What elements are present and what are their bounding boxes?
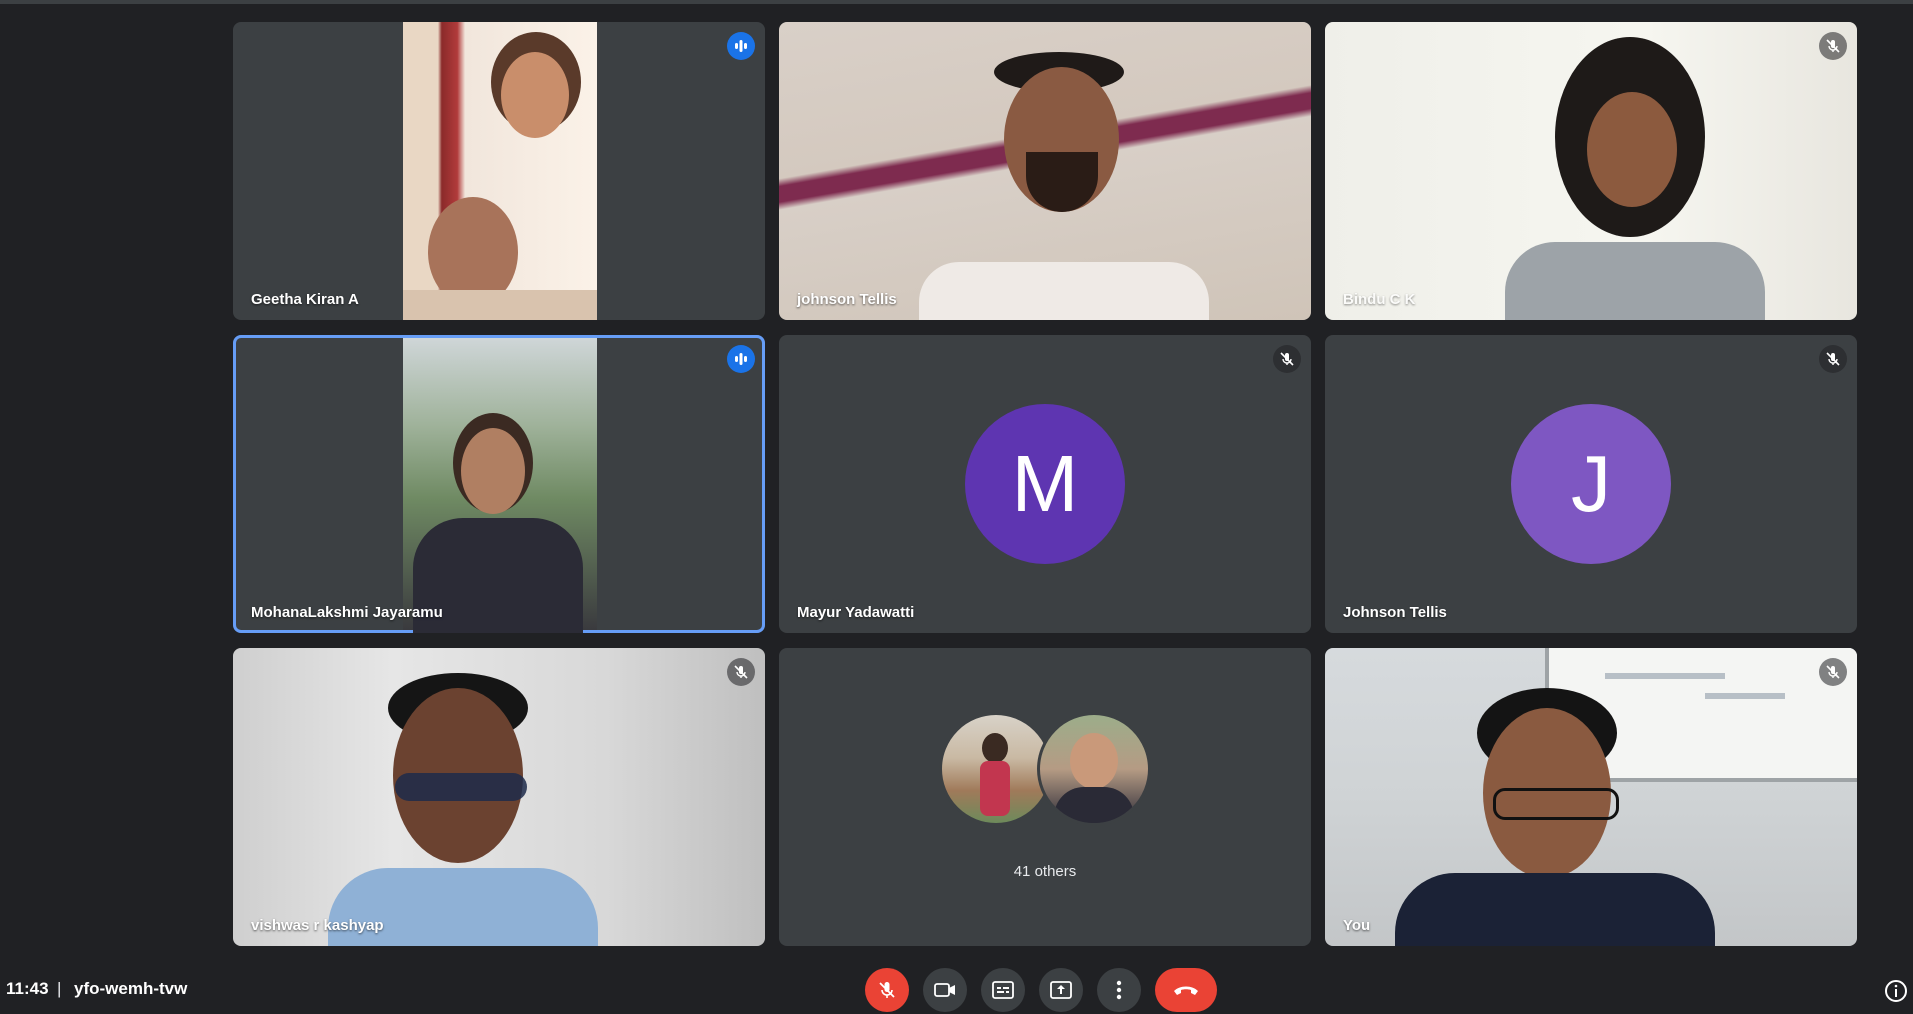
participant-grid: Geetha Kiran A johnson Tellis Bindu C K — [233, 22, 1857, 946]
speaking-indicator-icon — [727, 32, 755, 60]
avatar-letter: J — [1571, 439, 1611, 528]
participant-name: johnson Tellis — [797, 291, 897, 308]
closed-captions-icon — [992, 981, 1014, 999]
mic-off-icon — [1819, 658, 1847, 686]
participant-name: Mayur Yadawatti — [797, 604, 915, 621]
participant-tile-self[interactable]: You — [1325, 648, 1857, 946]
call-end-icon — [1174, 986, 1198, 995]
participant-video — [1325, 648, 1857, 946]
participant-video — [779, 22, 1311, 320]
participant-video — [233, 648, 765, 946]
meeting-time: 11:43 — [6, 979, 49, 998]
participant-video — [403, 22, 597, 320]
participant-thumbnail — [1037, 712, 1151, 826]
others-count: 41 others — [1013, 863, 1077, 880]
meeting-details-button[interactable] — [1883, 978, 1909, 1004]
bottom-bar: 11:43 | yfo-wemh-tvw — [0, 948, 1913, 1013]
participant-name: MohanaLakshmi Jayaramu — [251, 604, 443, 621]
participant-tile[interactable]: M Mayur Yadawatti — [779, 335, 1311, 633]
divider: | — [57, 979, 62, 998]
participant-name: You — [1343, 917, 1371, 934]
avatar: M — [965, 404, 1125, 564]
captions-button[interactable] — [981, 968, 1025, 1012]
participant-name: Bindu C K — [1343, 291, 1416, 308]
microphone-off-button[interactable] — [865, 968, 909, 1012]
mic-off-icon — [1273, 345, 1301, 373]
participant-tile[interactable]: vishwas r kashyap — [233, 648, 765, 946]
others-group: 41 others — [779, 648, 1311, 946]
mic-off-icon — [1819, 32, 1847, 60]
avatar-letter: M — [1011, 439, 1079, 528]
participant-tile[interactable]: Geetha Kiran A — [233, 22, 765, 320]
participant-name: Johnson Tellis — [1343, 604, 1447, 621]
participant-name: vishwas r kashyap — [251, 917, 384, 934]
participant-tile-active[interactable]: MohanaLakshmi Jayaramu — [233, 335, 765, 633]
meeting-code: yfo-wemh-tvw — [74, 979, 188, 998]
avatar: J — [1511, 404, 1671, 564]
videocam-icon — [934, 983, 955, 997]
more-vert-icon — [1116, 980, 1122, 1000]
leave-call-button[interactable] — [1155, 968, 1217, 1012]
more-options-button[interactable] — [1097, 968, 1141, 1012]
participant-thumbnail — [939, 712, 1053, 826]
present-button[interactable] — [1039, 968, 1083, 1012]
participant-name: Geetha Kiran A — [251, 291, 359, 308]
participant-tile[interactable]: johnson Tellis — [779, 22, 1311, 320]
mic-off-icon — [1819, 345, 1847, 373]
participant-video — [1325, 22, 1857, 320]
participant-video — [403, 338, 597, 633]
camera-button[interactable] — [923, 968, 967, 1012]
call-controls — [865, 968, 1217, 1014]
mic-off-icon — [727, 658, 755, 686]
participant-tile[interactable]: Bindu C K — [1325, 22, 1857, 320]
speaking-indicator-icon — [727, 345, 755, 373]
present-screen-icon — [1050, 981, 1072, 999]
info-icon — [1885, 980, 1907, 1002]
others-tile[interactable]: 41 others — [779, 648, 1311, 946]
participant-tile[interactable]: J Johnson Tellis — [1325, 335, 1857, 633]
mic-off-icon — [879, 982, 895, 998]
top-divider — [0, 0, 1913, 4]
